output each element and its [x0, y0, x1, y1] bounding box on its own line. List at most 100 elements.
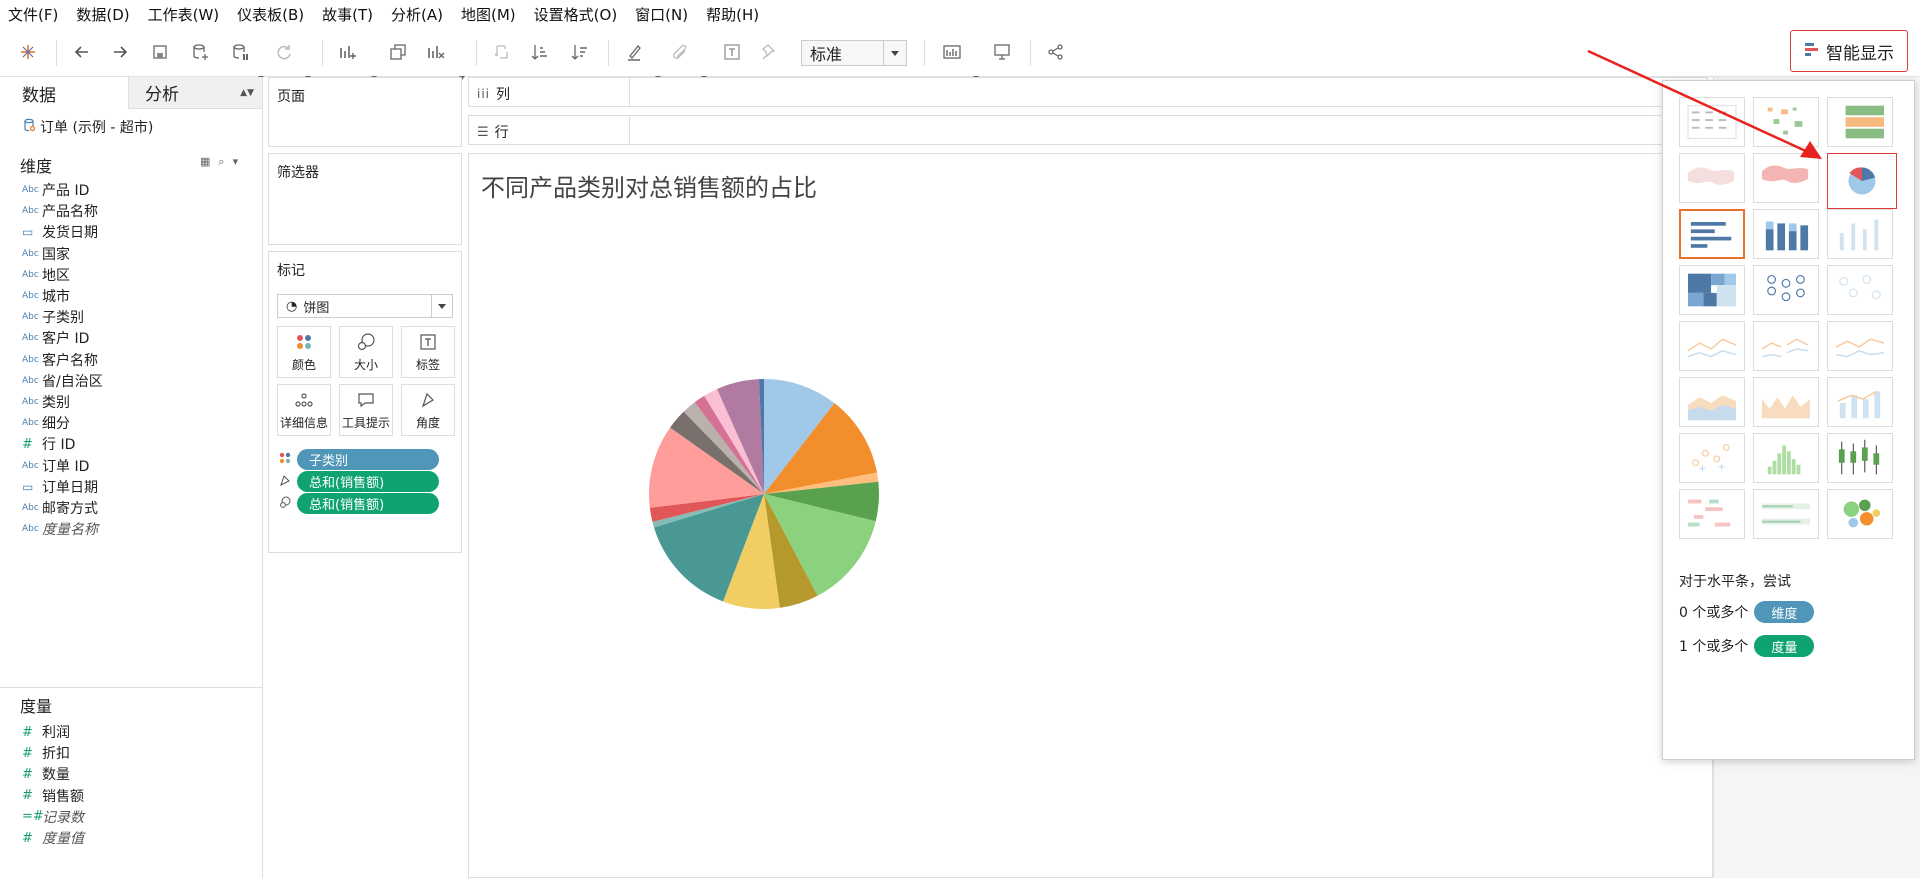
area-continuous-thumb[interactable]	[1679, 377, 1745, 427]
presentation-mode-icon[interactable]	[988, 38, 1016, 66]
forward-icon[interactable]	[106, 38, 134, 66]
field-item[interactable]: Abc 客户名称	[22, 349, 98, 371]
chevron-down-icon[interactable]	[883, 41, 906, 65]
tab-analysis[interactable]: 分析 ▲▼	[128, 77, 262, 109]
mark-type-select[interactable]: ◔ 饼图	[277, 294, 453, 318]
pages-card[interactable]: 页面	[268, 77, 462, 147]
share-icon[interactable]	[1042, 38, 1070, 66]
horizontal-bars-thumb[interactable]	[1679, 209, 1745, 259]
datasource[interactable]: 订单 (示例 - 超市)	[22, 117, 153, 137]
field-item[interactable]: Abc 细分	[22, 412, 70, 434]
menu-item[interactable]: 仪表板(B)	[228, 4, 313, 25]
area-discrete-thumb[interactable]	[1753, 377, 1819, 427]
field-item[interactable]: Abc 度量名称	[22, 518, 98, 540]
side-by-side-circles-thumb[interactable]	[1827, 265, 1893, 315]
angle-label: 角度	[415, 415, 440, 430]
field-item[interactable]: ▭ 发货日期	[22, 221, 98, 243]
refresh-icon[interactable]	[270, 38, 298, 66]
menu-item[interactable]: 帮助(H)	[697, 4, 768, 25]
dual-combination-thumb[interactable]	[1827, 377, 1893, 427]
field-item[interactable]: Abc 客户 ID	[22, 327, 89, 349]
show-me-panel: 对于水平条，尝试 0 个或多个 维度 1 个或多个 度量	[1662, 80, 1915, 760]
view-area[interactable]: 不同产品类别对总销售额的占比	[468, 153, 1713, 878]
side-by-side-bars-thumb[interactable]	[1827, 209, 1893, 259]
menu-item[interactable]: 故事(T)	[313, 4, 382, 25]
detail-button[interactable]: 详细信息	[277, 384, 331, 436]
scatter-plot-thumb[interactable]	[1679, 433, 1745, 483]
filters-card[interactable]: 筛选器	[268, 153, 462, 245]
field-item[interactable]: # 折扣	[22, 742, 70, 764]
field-item[interactable]: Abc 订单 ID	[22, 455, 89, 477]
menu-item[interactable]: 设置格式(O)	[525, 4, 627, 25]
subcategory-pill[interactable]: 子类别	[297, 448, 439, 470]
tableau-logo-icon[interactable]	[14, 38, 42, 66]
field-item[interactable]: Abc 地区	[22, 264, 70, 286]
duplicate-sheet-icon[interactable]	[384, 38, 412, 66]
clear-sheet-icon[interactable]	[422, 38, 450, 66]
lines-discrete-thumb[interactable]	[1753, 321, 1819, 371]
packed-bubbles-thumb[interactable]	[1827, 489, 1893, 539]
color-button[interactable]: 颜色	[277, 326, 331, 378]
circle-views-thumb[interactable]	[1753, 265, 1819, 315]
menu-item[interactable]: 文件(F)	[0, 4, 67, 25]
sort-arrows-icon[interactable]: ▲▼	[240, 88, 254, 98]
field-item[interactable]: Abc 邮寄方式	[22, 497, 98, 519]
field-item[interactable]: Abc 子类别	[22, 306, 84, 328]
field-item[interactable]: Abc 省/自治区	[22, 370, 103, 392]
back-icon[interactable]	[68, 38, 96, 66]
menu-item[interactable]: 数据(D)	[67, 4, 138, 25]
color-icon	[297, 334, 311, 349]
field-item[interactable]: Abc 产品名称	[22, 200, 98, 222]
lines-continuous-thumb[interactable]	[1679, 321, 1745, 371]
columns-shelf[interactable]: iii 列	[468, 77, 1708, 107]
menu-item[interactable]: 地图(M)	[452, 4, 525, 25]
save-icon[interactable]	[146, 38, 174, 66]
gantt-thumb[interactable]	[1679, 489, 1745, 539]
group-members-icon[interactable]	[666, 38, 694, 66]
field-item[interactable]: Abc 国家	[22, 243, 70, 265]
new-datasource-icon[interactable]	[186, 38, 214, 66]
box-whisker-thumb[interactable]	[1827, 433, 1893, 483]
menu-item[interactable]: 工作表(W)	[139, 4, 229, 25]
field-item[interactable]: Abc 产品 ID	[22, 179, 89, 201]
sort-descending-icon[interactable]	[566, 38, 594, 66]
chevron-down-icon[interactable]	[431, 295, 452, 317]
field-item[interactable]: # 利润	[22, 721, 70, 743]
tooltip-button[interactable]: 工具提示	[339, 384, 393, 436]
menu-item[interactable]: 窗口(N)	[626, 4, 697, 25]
stacked-bars-thumb[interactable]	[1753, 209, 1819, 259]
pie-chart[interactable]	[619, 349, 909, 639]
histogram-thumb[interactable]	[1753, 433, 1819, 483]
fix-axes-icon[interactable]	[756, 38, 784, 66]
grid-view-icon[interactable]: ▦	[200, 155, 210, 169]
field-item[interactable]: # 数量	[22, 763, 70, 785]
search-icon[interactable]: ⌕	[218, 155, 224, 169]
dual-lines-thumb[interactable]	[1827, 321, 1893, 371]
swap-icon[interactable]	[488, 38, 516, 66]
rows-shelf[interactable]: ☰ 行	[468, 115, 1708, 145]
menu-item[interactable]: 分析(A)	[382, 4, 452, 25]
angle-button[interactable]: 角度	[401, 384, 455, 436]
size-button[interactable]: 大小	[339, 326, 393, 378]
field-item[interactable]: =# 记录数	[22, 806, 84, 828]
chevron-down-icon[interactable]: ▾	[233, 155, 239, 169]
sales-angle-pill[interactable]: 总和(销售额)	[297, 470, 439, 492]
new-worksheet-icon[interactable]	[334, 38, 362, 66]
bullet-graph-thumb[interactable]	[1753, 489, 1819, 539]
sales-size-pill[interactable]: 总和(销售额)	[297, 492, 439, 514]
field-item[interactable]: # 销售额	[22, 785, 84, 807]
label-button[interactable]: 标签	[401, 326, 455, 378]
sort-ascending-icon[interactable]	[526, 38, 554, 66]
field-item[interactable]: Abc 城市	[22, 285, 70, 307]
show-cards-icon[interactable]	[938, 38, 966, 66]
field-item[interactable]: # 行 ID	[22, 433, 75, 455]
highlight-icon[interactable]	[620, 38, 648, 66]
field-item[interactable]: # 度量值	[22, 827, 84, 849]
show-labels-icon[interactable]	[718, 38, 746, 66]
tab-data[interactable]: 数据	[0, 77, 128, 109]
field-item[interactable]: ▭ 订单日期	[22, 476, 98, 498]
pause-updates-icon[interactable]	[226, 38, 254, 66]
treemap-thumb[interactable]	[1679, 265, 1745, 315]
field-item[interactable]: Abc 类别	[22, 391, 70, 413]
fit-select[interactable]: 标准	[801, 40, 907, 66]
